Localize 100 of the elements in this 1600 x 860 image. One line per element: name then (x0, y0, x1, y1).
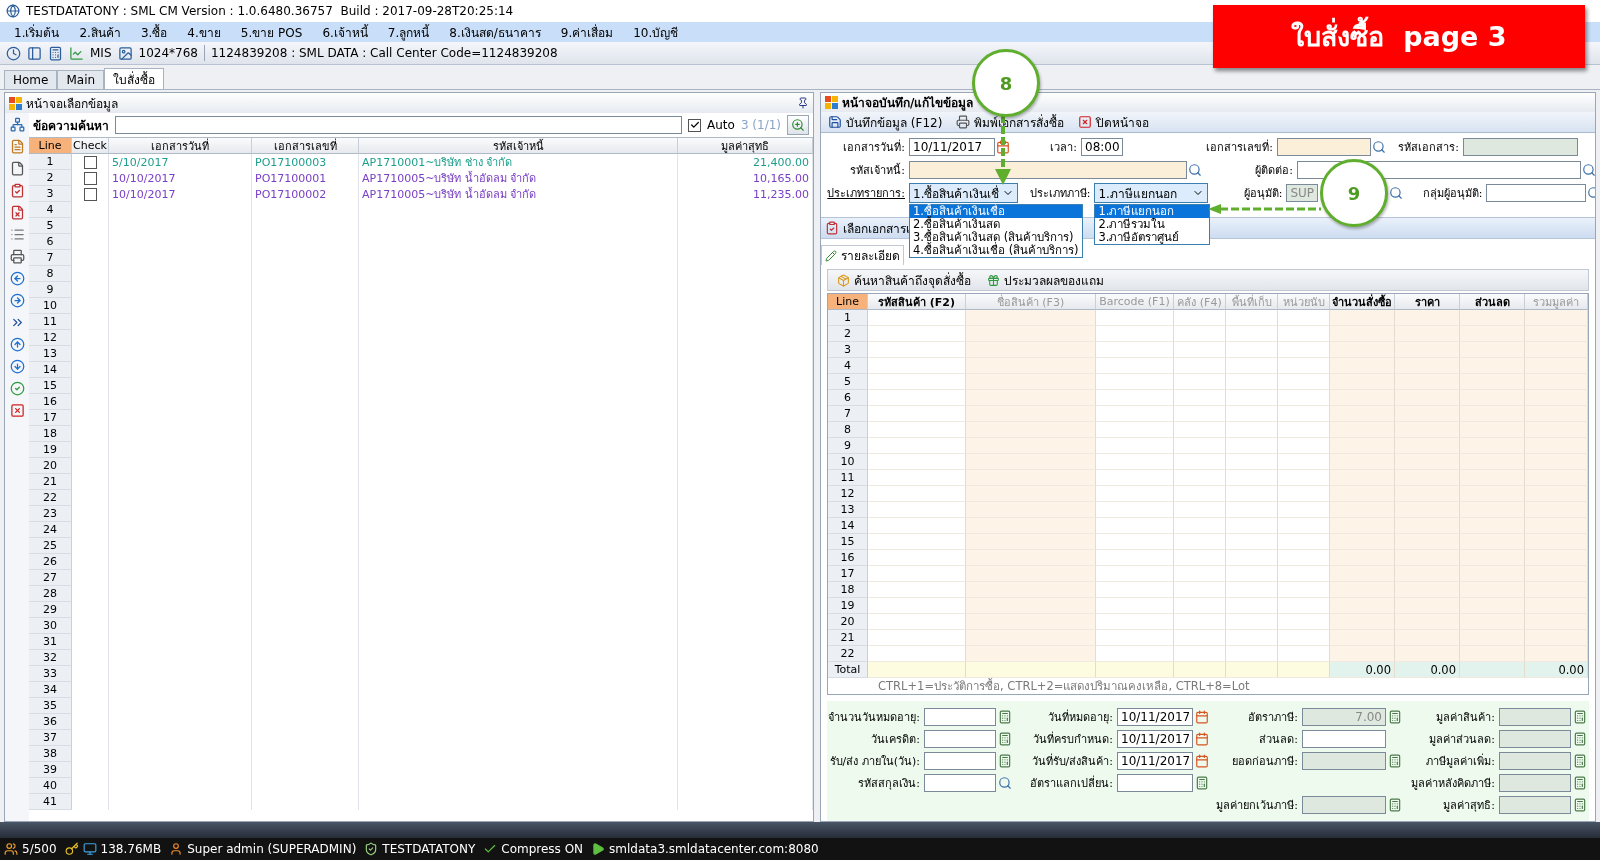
search-button[interactable] (1388, 184, 1405, 202)
table-cell[interactable] (1525, 486, 1588, 502)
save-button[interactable]: บันทึกข้อมูล (F12) (823, 113, 948, 131)
calculator-button[interactable] (1572, 796, 1588, 814)
table-cell[interactable] (966, 614, 1096, 630)
chart-icon[interactable] (69, 45, 84, 61)
table-cell[interactable] (1278, 598, 1330, 614)
table-cell[interactable] (1330, 326, 1395, 342)
table-cell[interactable] (1525, 342, 1588, 358)
table-cell[interactable] (1174, 470, 1226, 486)
table-cell[interactable] (1096, 422, 1174, 438)
table-cell[interactable] (1525, 614, 1588, 630)
table-cell[interactable] (868, 342, 966, 358)
input-field[interactable] (924, 708, 996, 726)
table-cell[interactable] (1278, 310, 1330, 326)
table-cell[interactable] (1460, 646, 1525, 662)
table-cell[interactable] (1330, 438, 1395, 454)
table-cell[interactable] (868, 374, 966, 390)
table-cell[interactable] (966, 422, 1096, 438)
table-cell[interactable] (1174, 406, 1226, 422)
table-cell[interactable] (1226, 454, 1278, 470)
table-cell[interactable] (1330, 550, 1395, 566)
section-title[interactable]: เลือกเอกสารเ (843, 218, 910, 238)
table-cell[interactable] (1278, 422, 1330, 438)
table-cell[interactable] (1096, 438, 1174, 454)
calendar-button[interactable] (1194, 730, 1210, 748)
column-header[interactable]: Check (72, 138, 109, 154)
tab[interactable]: ใบสั่งซื้อ (104, 68, 165, 89)
table-cell[interactable] (1460, 374, 1525, 390)
table-cell[interactable] (868, 598, 966, 614)
table-cell[interactable] (1278, 518, 1330, 534)
auto-checkbox[interactable] (688, 118, 701, 132)
pin-icon[interactable] (797, 97, 809, 109)
table-cell[interactable] (1174, 454, 1226, 470)
table-cell[interactable] (1460, 438, 1525, 454)
table-cell[interactable] (1226, 518, 1278, 534)
menu-item[interactable]: 2.สินค้า (69, 22, 131, 42)
table-cell[interactable] (1525, 374, 1588, 390)
table-cell[interactable] (966, 550, 1096, 566)
table-cell[interactable] (1174, 358, 1226, 374)
table-cell[interactable] (868, 438, 966, 454)
table-cell[interactable] (1330, 598, 1395, 614)
table-cell[interactable] (1278, 358, 1330, 374)
calculator-button[interactable] (1572, 774, 1588, 792)
table-cell[interactable] (1395, 518, 1460, 534)
delete-document-icon[interactable] (9, 205, 25, 220)
table-cell[interactable] (1460, 390, 1525, 406)
table-cell[interactable] (1278, 438, 1330, 454)
table-cell[interactable] (1460, 518, 1525, 534)
table-cell[interactable] (868, 502, 966, 518)
table-cell[interactable] (1395, 358, 1460, 374)
calculator-button[interactable] (1387, 796, 1403, 814)
table-cell[interactable] (1525, 630, 1588, 646)
column-header[interactable]: Line (29, 138, 72, 154)
table-cell[interactable] (1525, 438, 1588, 454)
row-checkbox[interactable] (83, 155, 97, 169)
table-cell[interactable] (1174, 438, 1226, 454)
table-cell[interactable] (966, 358, 1096, 374)
table-cell[interactable] (1330, 582, 1395, 598)
printer-icon[interactable] (9, 249, 25, 264)
table-cell[interactable] (1096, 646, 1174, 662)
input-field[interactable] (1463, 138, 1578, 156)
table-cell[interactable] (1395, 390, 1460, 406)
menu-item[interactable]: 4.ขาย (177, 22, 231, 42)
calculator-button[interactable] (1572, 752, 1588, 770)
table-cell[interactable] (868, 422, 966, 438)
table-cell[interactable] (1395, 326, 1460, 342)
table-cell[interactable] (966, 534, 1096, 550)
table-cell[interactable] (1525, 582, 1588, 598)
table-cell[interactable] (1278, 614, 1330, 630)
input-field[interactable] (1486, 184, 1587, 202)
calculator-button[interactable] (1194, 774, 1210, 792)
table-cell[interactable] (1525, 310, 1588, 326)
table-cell[interactable] (1460, 614, 1525, 630)
table-cell[interactable] (1096, 534, 1174, 550)
input-field[interactable] (1499, 752, 1571, 770)
arrow-right-icon[interactable] (9, 293, 25, 308)
table-cell[interactable] (1096, 374, 1174, 390)
table-cell[interactable] (1226, 374, 1278, 390)
table-cell[interactable] (966, 486, 1096, 502)
input-field[interactable]: 10/11/2017 (1117, 708, 1193, 726)
table-cell[interactable] (1174, 518, 1226, 534)
search-button[interactable] (1371, 138, 1387, 156)
table-cell[interactable] (868, 534, 966, 550)
table-cell[interactable] (1330, 422, 1395, 438)
table-cell[interactable] (1460, 502, 1525, 518)
table-cell[interactable] (1226, 550, 1278, 566)
table-cell[interactable] (1096, 454, 1174, 470)
table-cell[interactable] (1174, 566, 1226, 582)
table-cell[interactable] (1278, 566, 1330, 582)
table-cell[interactable] (1278, 630, 1330, 646)
table-cell[interactable] (1395, 646, 1460, 662)
input-field[interactable] (1117, 774, 1193, 792)
dropdown-option[interactable]: 1.ภาษีแยกนอก (1095, 205, 1210, 218)
table-cell[interactable] (1096, 470, 1174, 486)
table-cell[interactable] (1330, 502, 1395, 518)
table-cell[interactable] (1096, 406, 1174, 422)
table-cell[interactable] (1226, 646, 1278, 662)
column-header[interactable]: Line (828, 294, 868, 310)
input-field[interactable] (1499, 708, 1571, 726)
